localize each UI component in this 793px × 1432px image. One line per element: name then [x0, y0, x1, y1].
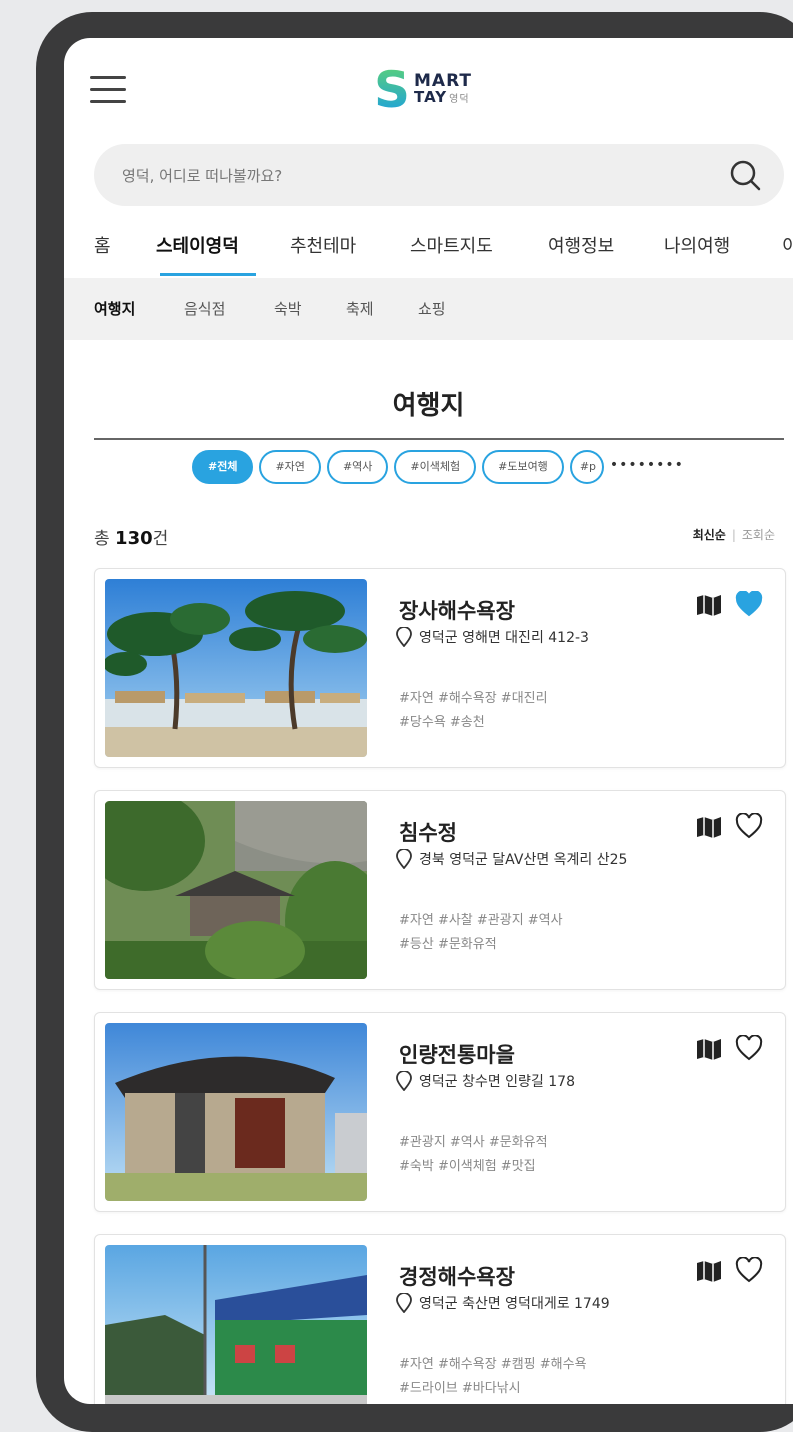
tab-recommended-theme[interactable]: 추천테마 — [290, 232, 356, 258]
app-screen: S MART TAY 영덕 영덕, 어디로 떠나볼까요? 홈 스테이영덕 추천테마… — [64, 38, 793, 1404]
place-card[interactable]: 경정해수욕장 영덕군 축산면 영덕대게로 1749 #자연 #해수욕장 #캠핑 … — [94, 1234, 786, 1404]
location-pin-icon — [396, 1071, 412, 1091]
location-pin-icon — [396, 627, 412, 647]
logo-letter: S — [374, 61, 411, 119]
heart-icon[interactable] — [735, 1035, 763, 1061]
place-address: 영덕군 창수면 인량길 178 — [419, 1074, 575, 1090]
search-bar[interactable]: 영덕, 어디로 떠나볼까요? — [94, 144, 784, 206]
map-icon[interactable] — [695, 1259, 723, 1283]
subtab-festivals[interactable]: 축제 — [346, 298, 374, 319]
chip-experience[interactable]: #이색체험 — [394, 450, 477, 484]
logo-line2: TAY — [414, 87, 448, 106]
subtab-attractions[interactable]: 여행지 — [94, 298, 135, 319]
location-pin-icon — [396, 849, 412, 869]
filter-chips: #전체 #자연 #역사 #이색체험 #도보여행 #p •••••••• — [192, 450, 684, 484]
place-card[interactable]: 인량전통마을 영덕군 창수면 인량길 178 #관광지 #역사 #문화유적 #숙박… — [94, 1012, 786, 1212]
chip-history[interactable]: #역사 — [326, 450, 389, 484]
chip-walking-tour[interactable]: #도보여행 — [482, 450, 564, 484]
sub-nav: 여행지 음식점 숙박 축제 쇼핑 — [64, 278, 793, 340]
logo[interactable]: S MART TAY 영덕 — [374, 64, 472, 116]
sort-views[interactable]: 조회순 — [742, 528, 775, 542]
place-address: 영덕군 축산면 영덕대게로 1749 — [419, 1296, 610, 1312]
tab-travel-info[interactable]: 여행정보 — [548, 232, 614, 258]
main-nav: 홈 스테이영덕 추천테마 스마트지도 여행정보 나의여행 이 — [64, 222, 793, 276]
tab-my-trip[interactable]: 나의여행 — [664, 232, 730, 258]
divider — [94, 438, 784, 440]
chips-overflow: •••••••• — [609, 457, 684, 473]
place-name[interactable]: 인량전통마을 — [399, 1039, 515, 1069]
result-count-number: 130 — [115, 528, 153, 549]
location-pin-icon — [396, 1293, 412, 1313]
heart-icon[interactable] — [735, 813, 763, 839]
logo-line1: MART — [414, 70, 473, 91]
place-photo — [105, 1023, 367, 1201]
heart-icon[interactable] — [735, 1257, 763, 1283]
place-name[interactable]: 장사해수욕장 — [399, 595, 515, 625]
map-icon[interactable] — [695, 815, 723, 839]
subtab-restaurants[interactable]: 음식점 — [184, 298, 225, 319]
search-input[interactable]: 영덕, 어디로 떠나볼까요? — [122, 165, 282, 186]
place-tags: #자연 #해수욕장 #대진리 #당수욕 #송천 — [399, 691, 548, 730]
place-tags: #자연 #사찰 #관광지 #역사 #등산 #문화유적 — [399, 913, 563, 952]
tab-more[interactable]: 이 — [782, 232, 793, 258]
place-address: 영덕군 영해면 대진리 412-3 — [419, 630, 589, 646]
place-tags: #관광지 #역사 #문화유적 #숙박 #이색체험 #맛집 — [399, 1135, 548, 1174]
chip-nature[interactable]: #자연 — [259, 450, 321, 484]
place-name[interactable]: 침수정 — [399, 817, 457, 847]
active-tab-indicator — [160, 273, 256, 276]
place-photo — [105, 579, 367, 757]
heart-icon[interactable] — [735, 591, 763, 617]
tab-home[interactable]: 홈 — [94, 232, 111, 258]
sort-latest[interactable]: 최신순 — [693, 528, 726, 542]
search-icon[interactable] — [728, 158, 762, 192]
page-title: 여행지 — [392, 391, 465, 421]
sort-options: 최신순 | 조회순 — [692, 528, 775, 542]
place-name[interactable]: 경정해수욕장 — [399, 1261, 515, 1291]
chip-partial[interactable]: #p — [569, 450, 604, 484]
logo-region: 영덕 — [449, 93, 470, 105]
subtab-lodging[interactable]: 숙박 — [274, 298, 302, 319]
place-card[interactable]: 침수정 경북 영덕군 달AV산면 옥계리 산25 #자연 #사찰 #관광지 #역… — [94, 790, 786, 990]
chip-all[interactable]: #전체 — [192, 450, 254, 484]
map-icon[interactable] — [695, 593, 723, 617]
tab-stay-yeongdeok[interactable]: 스테이영덕 — [156, 232, 239, 258]
menu-icon[interactable] — [90, 76, 126, 104]
tab-smart-map[interactable]: 스마트지도 — [410, 232, 493, 258]
place-tags: #자연 #해수욕장 #캠핑 #해수욕 #드라이브 #바다낚시 — [399, 1357, 587, 1396]
place-photo — [105, 801, 367, 979]
map-icon[interactable] — [695, 1037, 723, 1061]
top-bar: S MART TAY 영덕 — [64, 38, 793, 136]
place-card[interactable]: 장사해수욕장 영덕군 영해면 대진리 412-3 #자연 #해수욕장 #대진리 #… — [94, 568, 786, 768]
place-photo — [105, 1245, 367, 1404]
place-address: 경북 영덕군 달AV산면 옥계리 산25 — [419, 852, 628, 868]
subtab-shopping[interactable]: 쇼핑 — [418, 298, 446, 319]
result-count: 총 130건 — [94, 528, 169, 549]
